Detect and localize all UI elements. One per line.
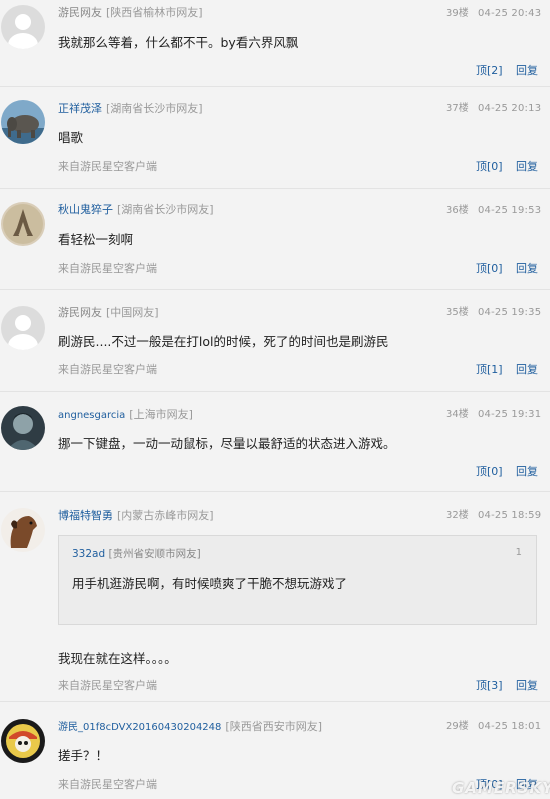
comment-text: 我就那么等着，什么都不干。by看六界风飘: [58, 35, 299, 50]
username[interactable]: 博福特智勇: [58, 509, 113, 522]
floor-number: 37楼: [446, 103, 469, 114]
upvote-button[interactable]: 顶[0]: [476, 465, 503, 479]
floor-number: 35楼: [446, 307, 469, 318]
comment-text: 搓手？！: [58, 748, 109, 763]
comment-item: 游民网友 [中国网友] 35楼 04-25 19:35 刷游民....不过一般是在…: [0, 290, 550, 392]
user-location: [上海市网友]: [129, 408, 193, 421]
post-time: 04-25 18:59: [478, 510, 542, 521]
quoted-text: 用手机逛游民啊，有时候喷爽了干脆不想玩游戏了: [72, 576, 348, 591]
username[interactable]: 游民网友: [58, 306, 102, 319]
avatar-character[interactable]: [1, 406, 45, 450]
username[interactable]: angnesgarcia: [58, 410, 125, 421]
comment-header: 游民网友 [中国网友]: [58, 306, 159, 320]
avatar-default[interactable]: [1, 5, 45, 49]
quoted-username[interactable]: 332ad: [72, 548, 105, 560]
reply-button[interactable]: 回复: [516, 465, 538, 479]
comment-header: 游民_01f8cDVX20160430204248 [陕西省西安市网友]: [58, 720, 322, 735]
gamersky-watermark: GAMERSKY: [452, 779, 550, 797]
avatar-pirate-skull[interactable]: [1, 719, 45, 763]
avatar-assassin-logo[interactable]: [1, 202, 45, 246]
upvote-button[interactable]: 顶[0]: [476, 262, 503, 276]
quoted-floor-number: 1: [515, 547, 522, 558]
comment-header: 游民网友 [陕西省榆林市网友]: [58, 6, 203, 20]
comment-item: 游民网友 [陕西省榆林市网友] 39楼 04-25 20:43 我就那么等着，什么…: [0, 0, 550, 87]
reply-button[interactable]: 回复: [516, 679, 538, 693]
comment-item: 博福特智勇 [内蒙古赤峰市网友] 32楼 04-25 18:59 332ad [贵…: [0, 492, 550, 702]
comment-item: 正祥茂泽 [湖南省长沙市网友] 37楼 04-25 20:13 唱歌 来自游民星空…: [0, 87, 550, 189]
comment-item: 秋山鬼猝子 [湖南省长沙市网友] 36楼 04-25 19:53 看轻松一刻啊 来…: [0, 189, 550, 290]
post-time: 04-25 20:13: [478, 103, 542, 114]
comment-header: 博福特智勇 [内蒙古赤峰市网友]: [58, 509, 214, 523]
comment-text: 看轻松一刻啊: [58, 232, 134, 247]
comment-header: 秋山鬼猝子 [湖南省长沙市网友]: [58, 203, 214, 217]
user-location: [陕西省榆林市网友]: [106, 6, 203, 19]
client-source: 来自游民星空客户端: [58, 778, 157, 791]
upvote-button[interactable]: 顶[3]: [476, 679, 503, 693]
avatar-elephant[interactable]: [1, 100, 45, 144]
comment-header: 正祥茂泽 [湖南省长沙市网友]: [58, 102, 203, 116]
avatar-default[interactable]: [1, 306, 45, 350]
client-source: 来自游民星空客户端: [58, 262, 157, 275]
comment-list: 游民网友 [陕西省榆林市网友] 39楼 04-25 20:43 我就那么等着，什么…: [0, 0, 550, 799]
comment-text: 挪一下键盘，一动一动鼠标，尽量以最舒适的状态进入游戏。: [58, 436, 396, 451]
floor-number: 36楼: [446, 205, 469, 216]
user-location: [中国网友]: [106, 306, 159, 319]
reply-button[interactable]: 回复: [516, 262, 538, 276]
post-time: 04-25 19:31: [478, 409, 542, 420]
client-source: 来自游民星空客户端: [58, 363, 157, 376]
user-location: [陕西省西安市网友]: [225, 720, 322, 733]
floor-number: 34楼: [446, 409, 469, 420]
floor-number: 29楼: [446, 721, 469, 732]
comment-text: 我现在就在这样。。。。: [58, 651, 177, 666]
post-time: 04-25 19:53: [478, 205, 542, 216]
avatar-horse[interactable]: [1, 508, 45, 552]
comment-text: 唱歌: [58, 130, 84, 145]
username[interactable]: 游民_01f8cDVX20160430204248: [58, 722, 221, 733]
quoted-comment: 332ad [贵州省安顺市网友] 1 用手机逛游民啊，有时候喷爽了干脆不想玩游戏…: [58, 535, 537, 625]
reply-button[interactable]: 回复: [516, 64, 538, 78]
username[interactable]: 游民网友: [58, 6, 102, 19]
comment-header: angnesgarcia [上海市网友]: [58, 408, 193, 423]
upvote-button[interactable]: 顶[1]: [476, 363, 503, 377]
floor-number: 39楼: [446, 8, 469, 19]
upvote-button[interactable]: 顶[0]: [476, 160, 503, 174]
reply-button[interactable]: 回复: [516, 363, 538, 377]
comment-text: 刷游民....不过一般是在打lol的时候，死了的时间也是刷游民: [58, 334, 389, 349]
client-source: 来自游民星空客户端: [58, 679, 157, 692]
post-time: 04-25 18:01: [478, 721, 542, 732]
post-time: 04-25 20:43: [478, 8, 542, 19]
quoted-user-line: 332ad [贵州省安顺市网友]: [72, 547, 201, 561]
username[interactable]: 正祥茂泽: [58, 102, 102, 115]
post-time: 04-25 19:35: [478, 307, 542, 318]
floor-number: 32楼: [446, 510, 469, 521]
client-source: 来自游民星空客户端: [58, 160, 157, 173]
upvote-button[interactable]: 顶[2]: [476, 64, 503, 78]
user-location: [湖南省长沙市网友]: [117, 203, 214, 216]
user-location: [湖南省长沙市网友]: [106, 102, 203, 115]
username[interactable]: 秋山鬼猝子: [58, 203, 113, 216]
comment-item: angnesgarcia [上海市网友] 34楼 04-25 19:31 挪一下键…: [0, 392, 550, 492]
user-location: [内蒙古赤峰市网友]: [117, 509, 214, 522]
reply-button[interactable]: 回复: [516, 160, 538, 174]
quoted-user-location: [贵州省安顺市网友]: [108, 548, 201, 560]
